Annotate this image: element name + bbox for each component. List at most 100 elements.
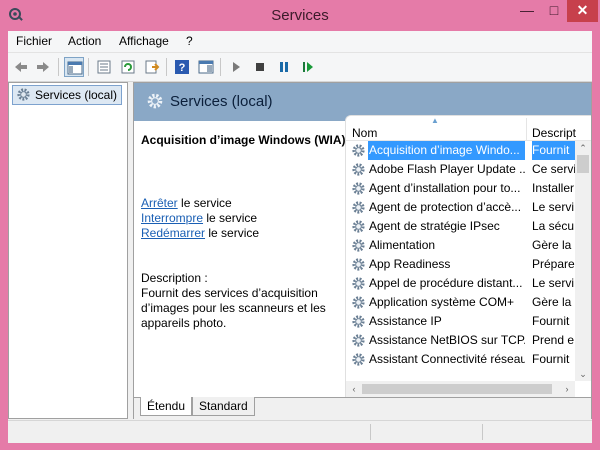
service-description: Le servi [532,276,575,290]
service-description: Prépare [532,257,575,271]
client-area: Fichier Action Affichage ? ? Services (l… [8,31,592,443]
service-row[interactable]: Agent de protection d’accè... Le servi [346,198,575,217]
service-description: Fournit [532,352,570,366]
column-header-name[interactable]: Nom [352,126,377,140]
menu-help[interactable]: ? [186,34,193,48]
list-header: ▲ Nom Descript [346,116,591,141]
help-button[interactable]: ? [172,57,192,77]
service-description: Prend e [532,333,575,347]
play-icon [233,62,240,72]
services-main-panel: Services (local) Acquisition d’image Win… [133,82,592,419]
service-description: Le servi [532,200,575,214]
minimize-button[interactable]: — [514,0,540,22]
status-bar [8,420,592,443]
show-console-button[interactable] [196,57,216,77]
service-description: Fournit [532,141,575,160]
stop-service-action: Arrêter le service [141,196,232,210]
service-row[interactable]: Appel de procédure distant... Le servi [346,274,575,293]
service-row[interactable]: Adobe Flash Player Update ... Ce servi [346,160,575,179]
scroll-down-icon[interactable]: ⌄ [575,367,591,381]
gear-icon [351,352,366,373]
scroll-left-icon[interactable]: ‹ [346,381,362,397]
help-icon: ? [175,60,189,74]
toolbar-separator [58,58,59,76]
service-row[interactable]: Assistance IP Fournit [346,312,575,331]
service-name: Acquisition d’image Windo... [368,141,525,160]
scroll-thumb-horizontal[interactable] [362,384,552,394]
service-row[interactable]: App Readiness Prépare [346,255,575,274]
refresh-button[interactable] [118,57,138,77]
menu-bar: Fichier Action Affichage ? [8,31,592,53]
services-window: Services — □ ✕ Fichier Action Affichage … [0,0,600,450]
scroll-right-icon[interactable]: › [559,381,575,397]
window-title: Services [271,7,329,24]
status-separator [370,424,371,440]
column-header-description[interactable]: Descript [532,126,576,140]
action-suffix: le service [203,211,258,225]
service-name: Assistance IP [369,314,442,328]
service-name: Agent d’installation pour to... [369,181,521,195]
list-rows: Acquisition d’image Windo... Fournit Adobe… [346,141,575,381]
menu-action[interactable]: Action [68,34,101,48]
tab-etendu[interactable]: Étendu [140,397,193,416]
service-row[interactable]: Agent d’installation pour to... Installer [346,179,575,198]
service-description: Fournit [532,314,570,328]
action-suffix: le service [205,226,260,240]
tab-standard[interactable]: Standard [192,397,255,416]
close-button[interactable]: ✕ [567,0,598,22]
service-name: Assistant Connectivité réseau [369,352,525,366]
export-list-icon [145,60,160,74]
gear-icon [17,88,30,101]
forward-arrow-icon [37,62,49,72]
maximize-button[interactable]: □ [541,0,567,22]
service-row[interactable]: Application système COM+ Gère la [346,293,575,312]
toolbar-separator [220,58,221,76]
status-separator [482,424,483,440]
service-row[interactable]: Alimentation Gère la [346,236,575,255]
service-row[interactable]: Acquisition d’image Windo... Fournit [346,141,575,160]
pause-service-link[interactable]: Interrompre [141,211,203,225]
service-row[interactable]: Assistance NetBIOS sur TCP... Prend e [346,331,575,350]
stop-service-button[interactable] [250,57,270,77]
scroll-up-icon[interactable]: ⌃ [575,141,591,155]
stop-service-link[interactable]: Arrêter [141,196,178,210]
tree-item-services-local[interactable]: Services (local) [12,85,123,105]
console-tree-button[interactable] [64,57,84,77]
column-divider[interactable] [526,118,527,140]
service-name: Appel de procédure distant... [369,276,523,290]
service-row[interactable]: Assistant Connectivité réseau Fournit [346,350,575,369]
service-name: Alimentation [369,238,436,252]
pause-service-button[interactable] [274,57,294,77]
properties-button[interactable] [94,57,114,77]
selected-service-title: Acquisition d’image Windows (WIA) [141,133,346,147]
gear-icon [147,93,163,109]
sort-ascending-icon: ▲ [431,116,439,125]
title-bar[interactable]: Services — □ ✕ [0,0,600,31]
forward-button[interactable] [33,57,53,77]
service-description: Installer [532,181,575,195]
svg-text:?: ? [179,62,186,74]
service-name: Adobe Flash Player Update ... [369,162,525,176]
scroll-thumb[interactable] [577,155,589,173]
main-header-title: Services (local) [170,93,273,110]
toolbar: ? [8,53,592,82]
start-service-button[interactable] [226,57,246,77]
back-button[interactable] [11,57,31,77]
restart-service-link[interactable]: Redémarrer [141,226,205,240]
vertical-scrollbar[interactable]: ⌃ ⌄ [575,141,591,381]
menu-fichier[interactable]: Fichier [16,34,52,48]
export-list-button[interactable] [142,57,162,77]
service-description: Ce servi [532,162,575,176]
console-tree-panel: Services (local) [8,82,128,419]
service-description: Gère la [532,238,572,252]
services-list: ▲ Nom Descript Acquisition d’image Windo… [345,115,591,398]
stop-icon [256,63,264,71]
service-row[interactable]: Agent de stratégie IPsec La sécu [346,217,575,236]
resume-service-button[interactable] [298,57,318,77]
properties-icon [97,60,111,74]
pause-service-action: Interrompre le service [141,211,257,225]
pause-icon [280,62,288,72]
horizontal-scrollbar[interactable]: ‹ › [346,381,575,397]
service-description: La sécu [532,219,575,233]
menu-affichage[interactable]: Affichage [119,34,169,48]
